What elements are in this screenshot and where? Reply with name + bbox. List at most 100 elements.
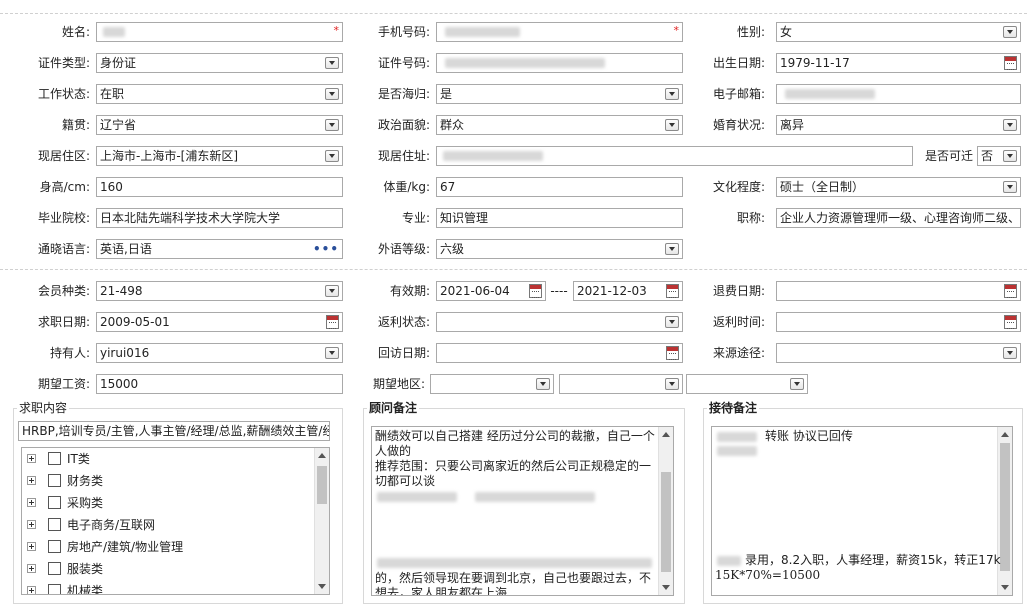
scroll-up-icon[interactable] xyxy=(318,453,326,458)
calendar-icon[interactable] xyxy=(666,284,679,298)
job-date-input[interactable]: 2009-05-01 xyxy=(96,312,343,332)
calendar-icon[interactable] xyxy=(1004,56,1017,70)
redacted-text xyxy=(717,432,757,442)
salary-input[interactable]: 15000 xyxy=(96,374,343,394)
checkbox[interactable] xyxy=(48,518,61,531)
scroll-thumb[interactable] xyxy=(1000,443,1010,571)
expand-icon[interactable] xyxy=(27,586,36,594)
overseas-select[interactable]: 是 xyxy=(436,84,683,104)
chevron-down-icon[interactable] xyxy=(325,150,339,162)
region-city-select[interactable] xyxy=(559,374,683,394)
id-type-select[interactable]: 身份证 xyxy=(96,53,343,73)
expand-icon[interactable] xyxy=(27,520,36,529)
member-type-select[interactable]: 21-498 xyxy=(96,281,343,301)
chevron-down-icon[interactable] xyxy=(536,378,550,390)
checkbox[interactable] xyxy=(48,496,61,509)
job-category-tree[interactable]: IT类 财务类 采购类 电子商务/互联网 房地产/建筑/物业管理 服装类 机械类 xyxy=(21,447,330,595)
rebate-time-label: 返利时间: xyxy=(712,315,765,329)
title-input[interactable]: 企业人力资源管理师一级、心理咨询师二级、 xyxy=(776,208,1021,228)
relocate-value: 否 xyxy=(981,149,994,163)
work-status-select[interactable]: 在职 xyxy=(96,84,343,104)
gender-select[interactable]: 女 xyxy=(776,22,1021,42)
valid-from-input[interactable]: 2021-06-04 xyxy=(436,281,546,301)
expand-icon[interactable] xyxy=(27,564,36,573)
weight-label: 体重/kg: xyxy=(383,180,430,194)
valid-to-input[interactable]: 2021-12-03 xyxy=(573,281,683,301)
chevron-down-icon[interactable] xyxy=(1003,119,1017,131)
birth-date-input[interactable]: 1979-11-17 xyxy=(776,53,1021,73)
language-input[interactable]: 英语,日语 ••• xyxy=(96,239,343,259)
phone-input[interactable]: * xyxy=(436,22,683,42)
relocate-select[interactable]: 否 xyxy=(977,146,1021,166)
checkbox[interactable] xyxy=(48,474,61,487)
valid-separator: ---- xyxy=(550,284,568,298)
checkbox[interactable] xyxy=(48,452,61,465)
calendar-icon[interactable] xyxy=(1004,284,1017,298)
scroll-down-icon[interactable] xyxy=(662,585,670,590)
consultant-notes-textarea[interactable]: 酬绩效可以自己搭建 经历过分公司的裁撤，自己一个人做的 推荐范围：只要公司离家近… xyxy=(371,426,674,596)
chevron-down-icon[interactable] xyxy=(325,347,339,359)
chevron-down-icon[interactable] xyxy=(325,119,339,131)
job-content-summary-input[interactable]: HRBP,培训专员/主管,人事主管/经理/总监,薪酬绩效主管/经 xyxy=(18,421,330,441)
chevron-down-icon[interactable] xyxy=(790,378,804,390)
address-input[interactable] xyxy=(436,146,913,166)
refund-date-input[interactable] xyxy=(776,281,1021,301)
chevron-down-icon[interactable] xyxy=(325,57,339,69)
chevron-down-icon[interactable] xyxy=(325,285,339,297)
more-icon[interactable]: ••• xyxy=(313,240,339,258)
reception-notes-textarea[interactable]: 转账 协议已回传 录用，8.2入职，人事经理，薪资15k，转正17k 15K*7… xyxy=(711,426,1013,596)
chevron-down-icon[interactable] xyxy=(665,88,679,100)
calendar-icon[interactable] xyxy=(529,284,542,298)
tree-scrollbar[interactable] xyxy=(314,448,329,594)
scroll-down-icon[interactable] xyxy=(1001,585,1009,590)
chevron-down-icon[interactable] xyxy=(665,316,679,328)
marital-select[interactable]: 离异 xyxy=(776,115,1021,135)
weight-input[interactable]: 67 xyxy=(436,177,683,197)
calendar-icon[interactable] xyxy=(326,315,339,329)
redacted-text xyxy=(377,558,652,568)
chevron-down-icon[interactable] xyxy=(1003,26,1017,38)
residence-area-select[interactable]: 上海市-上海市-[浦东新区] xyxy=(96,146,343,166)
redacted-text xyxy=(717,446,757,456)
expand-icon[interactable] xyxy=(27,542,36,551)
expand-icon[interactable] xyxy=(27,476,36,485)
region-district-select[interactable] xyxy=(686,374,808,394)
height-input[interactable]: 160 xyxy=(96,177,343,197)
tree-item-label: 财务类 xyxy=(67,474,104,488)
expand-icon[interactable] xyxy=(27,454,36,463)
chevron-down-icon[interactable] xyxy=(1003,181,1017,193)
region-province-select[interactable] xyxy=(430,374,554,394)
tree-item-label: 采购类 xyxy=(67,496,104,510)
id-number-input[interactable] xyxy=(436,53,683,73)
name-input[interactable]: * xyxy=(96,22,343,42)
education-select[interactable]: 硕士（全日制） xyxy=(776,177,1021,197)
scroll-down-icon[interactable] xyxy=(318,584,326,589)
political-select[interactable]: 群众 xyxy=(436,115,683,135)
rebate-time-input[interactable] xyxy=(776,312,1021,332)
email-input[interactable] xyxy=(776,84,1021,104)
chevron-down-icon[interactable] xyxy=(665,378,679,390)
tree-item-label: 机械类 xyxy=(67,584,104,595)
expand-icon[interactable] xyxy=(27,498,36,507)
checkbox[interactable] xyxy=(48,584,61,594)
source-select[interactable] xyxy=(776,343,1021,363)
chevron-down-icon[interactable] xyxy=(1003,347,1017,359)
holder-select[interactable]: yirui016 xyxy=(96,343,343,363)
id-type-value: 身份证 xyxy=(100,56,137,70)
chevron-down-icon[interactable] xyxy=(1003,150,1017,162)
lang-level-select[interactable]: 六级 xyxy=(436,239,683,259)
checkbox[interactable] xyxy=(48,562,61,575)
calendar-icon[interactable] xyxy=(1004,315,1017,329)
major-input[interactable]: 知识管理 xyxy=(436,208,683,228)
chevron-down-icon[interactable] xyxy=(325,88,339,100)
school-input[interactable]: 日本北陆先端科学技术大学院大学 xyxy=(96,208,343,228)
calendar-icon[interactable] xyxy=(666,346,679,360)
scroll-thumb[interactable] xyxy=(317,466,327,504)
chevron-down-icon[interactable] xyxy=(665,119,679,131)
checkbox[interactable] xyxy=(48,540,61,553)
chevron-down-icon[interactable] xyxy=(665,243,679,255)
visit-date-input[interactable] xyxy=(436,343,683,363)
scroll-up-icon[interactable] xyxy=(662,432,670,437)
rebate-status-select[interactable] xyxy=(436,312,683,332)
native-select[interactable]: 辽宁省 xyxy=(96,115,343,135)
